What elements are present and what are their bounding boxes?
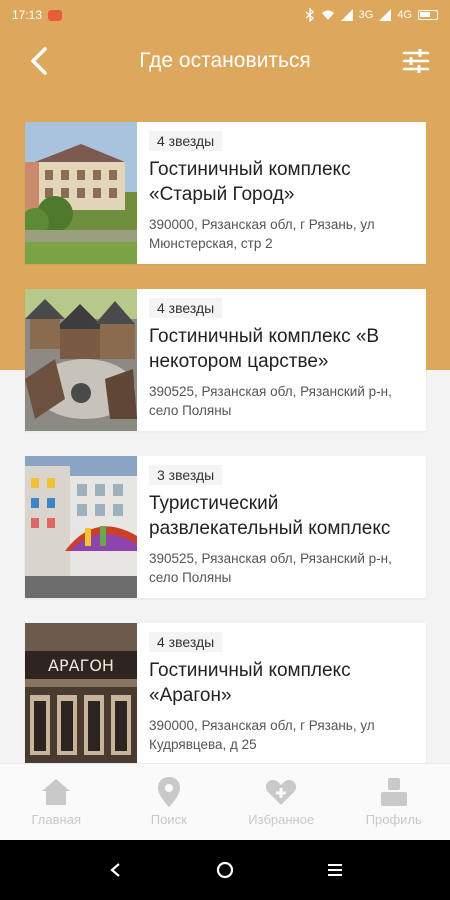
notification-icon xyxy=(48,9,63,21)
battery-icon xyxy=(418,10,438,20)
network-label-3g: 3G xyxy=(358,9,374,21)
nav-label-profile: Профиль xyxy=(365,812,422,827)
hotel-photo xyxy=(25,289,137,431)
hotel-name: Туристический развлекательный комплекс xyxy=(149,493,391,539)
home-icon xyxy=(40,776,72,808)
star-rating-badge: 3 звезды xyxy=(149,465,223,485)
status-bar: 17:13 3G 4G xyxy=(0,0,450,30)
nav-label-search: Поиск xyxy=(150,812,187,827)
sliders-icon xyxy=(402,49,430,73)
system-home-icon xyxy=(216,861,234,879)
hotel-card[interactable]: 3 звезды Туристический развлекательный к… xyxy=(25,456,426,598)
hotel-address: 390525, Рязанская обл, Рязанский р-н, се… xyxy=(149,551,392,585)
hotel-name: Гостиничный комплекс «В некотором царств… xyxy=(149,326,380,372)
star-rating-badge: 4 звезды xyxy=(149,298,223,318)
hotel-address: 390525, Рязанская обл, Рязанский р-н, се… xyxy=(149,384,392,418)
chevron-left-icon xyxy=(31,47,47,75)
system-back-button[interactable] xyxy=(99,854,131,886)
hotel-address: 390000, Рязанская обл, г Рязань, ул Кудр… xyxy=(149,718,375,752)
network-label-4g: 4G xyxy=(397,9,412,21)
hotel-list: 4 звезды Гостиничный комплекс «Старый Го… xyxy=(25,122,426,790)
hotel-card[interactable]: АРАГОН 4 звезды Гостиничный комплекс «Ар… xyxy=(25,623,426,765)
hotel-photo xyxy=(25,122,137,264)
nav-item-search[interactable]: Поиск xyxy=(113,764,226,840)
hotel-name: Гостиничный комплекс «Арагон» xyxy=(149,660,351,706)
hotel-card[interactable]: 4 звезды Гостиничный комплекс «Старый Го… xyxy=(25,122,426,264)
star-rating-badge: 4 звезды xyxy=(149,131,223,151)
hotel-name: Гостиничный комплекс «Старый Город» xyxy=(149,159,351,205)
signal-icon-2 xyxy=(379,9,392,21)
system-nav-bar xyxy=(0,840,450,900)
star-rating-badge: 4 звезды xyxy=(149,632,223,652)
nav-item-profile[interactable]: Профиль xyxy=(338,764,450,840)
heart-icon xyxy=(265,776,297,808)
nav-label-home: Главная xyxy=(31,812,81,827)
back-button[interactable] xyxy=(22,44,56,78)
wifi-icon xyxy=(321,10,334,20)
hotel-address: 390000, Рязанская обл, г Рязань, ул Мюнс… xyxy=(149,217,375,251)
hotel-card[interactable]: 4 звезды Гостиничный комплекс «В некотор… xyxy=(25,289,426,431)
map-pin-icon xyxy=(153,776,185,808)
nav-item-home[interactable]: Главная xyxy=(0,764,113,840)
filter-button[interactable] xyxy=(400,45,432,77)
status-time: 17:13 xyxy=(12,8,43,22)
system-home-button[interactable] xyxy=(209,854,241,886)
system-menu-icon xyxy=(328,864,342,876)
system-menu-button[interactable] xyxy=(319,854,351,886)
system-back-icon xyxy=(110,863,120,877)
hotel-photo xyxy=(25,456,137,598)
hotel-photo: АРАГОН xyxy=(25,623,137,765)
bluetooth-icon xyxy=(305,8,314,22)
bottom-nav: Главная Поиск Избранное Профиль xyxy=(0,763,450,840)
app-bar: Где остановиться xyxy=(0,30,450,92)
nav-label-favorites: Избранное xyxy=(248,812,315,827)
signal-icon xyxy=(340,9,353,21)
hotel-sign-text: АРАГОН xyxy=(48,656,114,675)
nav-item-favorites[interactable]: Избранное xyxy=(225,764,338,840)
page-title: Где остановиться xyxy=(139,49,311,72)
user-icon xyxy=(378,776,410,808)
